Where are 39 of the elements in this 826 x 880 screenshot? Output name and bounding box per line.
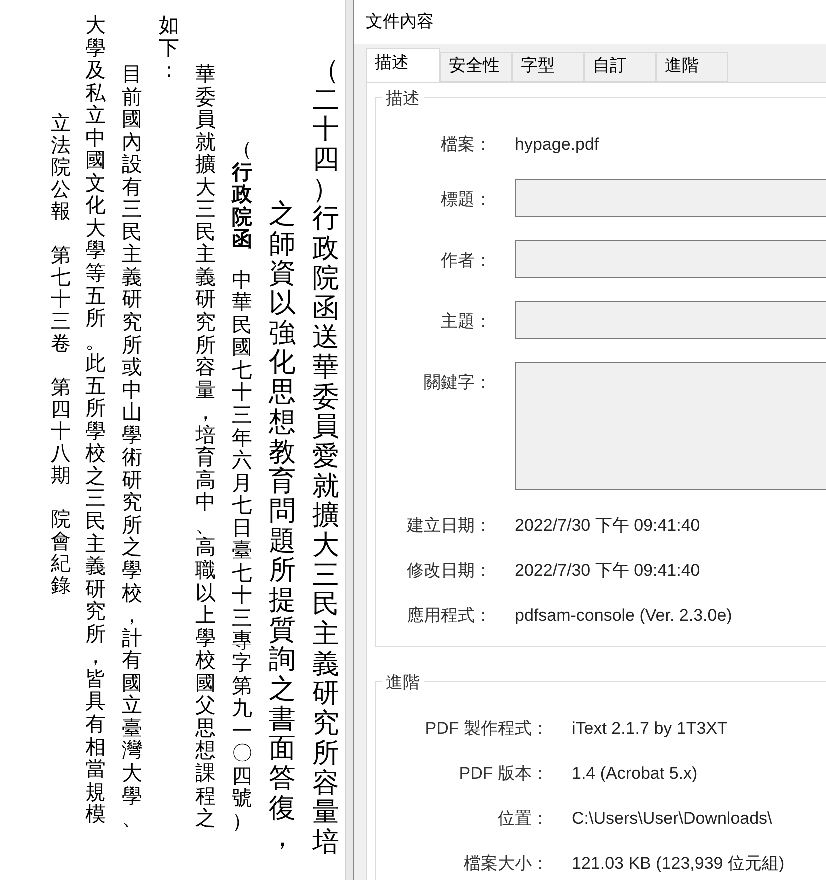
field-value: C:\Users\User\Downloads\ bbox=[572, 808, 772, 830]
vertical-text-line: 之師資以強化思想教育問題所提質詢之書面答復， bbox=[268, 200, 297, 854]
field-label: 主題： bbox=[440, 311, 493, 333]
field-label: 建立日期： bbox=[406, 515, 493, 537]
field-value: hypage.pdf bbox=[515, 134, 600, 156]
field-label: PDF 版本： bbox=[458, 763, 550, 785]
page-footer-text: 立法院公報 bbox=[50, 112, 71, 222]
field-label: 作者： bbox=[440, 250, 493, 272]
tab[interactable]: 描述 bbox=[366, 48, 440, 82]
field-label: 關鍵字： bbox=[423, 372, 493, 394]
page-footer-text: 院會紀錄 bbox=[50, 508, 71, 596]
vertical-text-line: 華委員就擴大三民主義研究所容量，培育高中、高職以上學校國父思想課程之 bbox=[194, 63, 218, 830]
vertical-text-line: （行政院函 bbox=[231, 138, 254, 251]
field-value: 2022/7/30 下午 09:41:40 bbox=[515, 515, 700, 537]
tab[interactable]: 自訂 bbox=[584, 52, 656, 82]
field-label: PDF 製作程式： bbox=[424, 718, 550, 740]
vertical-text-line: 中華民國七十三年六月七日臺七十三專字第九一〇四號） bbox=[231, 268, 254, 832]
field-value: pdfsam-console (Ver. 2.3.0e) bbox=[515, 605, 732, 627]
vertical-text-line: 目前國內設有三民主義研究所或中山學術研究所之學校，計有國立臺灣大學、 bbox=[121, 63, 144, 830]
tab[interactable]: 進階 bbox=[656, 52, 728, 82]
page-footer-text: 第七十三卷 bbox=[50, 244, 71, 354]
tab[interactable]: 安全性 bbox=[440, 52, 512, 82]
field-value: 2022/7/30 下午 09:41:40 bbox=[515, 560, 700, 582]
vertical-text-line: 如下： bbox=[158, 14, 181, 82]
field-label: 應用程式： bbox=[406, 605, 493, 627]
vertical-text-line: （二十四）行政院函送華委員愛就擴大三民主義研究所容量培 bbox=[312, 56, 341, 858]
page-footer-text: 第四十八期 bbox=[50, 376, 71, 486]
field-value: 121.03 KB (123,939 位元組) bbox=[572, 853, 785, 875]
tab[interactable]: 字型 bbox=[512, 52, 584, 82]
field-label: 標題： bbox=[440, 189, 493, 211]
field-value: iText 2.1.7 by 1T3XT bbox=[572, 718, 728, 740]
vertical-text-line: 大學及私立中國文化大學等五所。此五所學校之三民主義研究所，皆具有相當規模 bbox=[84, 14, 108, 826]
window-title: 文件內容 bbox=[366, 11, 434, 34]
field-label: 位置： bbox=[497, 808, 550, 830]
field-value: 1.4 (Acrobat 5.x) bbox=[572, 763, 698, 785]
field-label: 檔案大小： bbox=[463, 853, 550, 875]
field-label: 修改日期： bbox=[406, 560, 493, 582]
field-label: 檔案： bbox=[440, 134, 493, 156]
scrollbar[interactable] bbox=[345, 0, 353, 880]
